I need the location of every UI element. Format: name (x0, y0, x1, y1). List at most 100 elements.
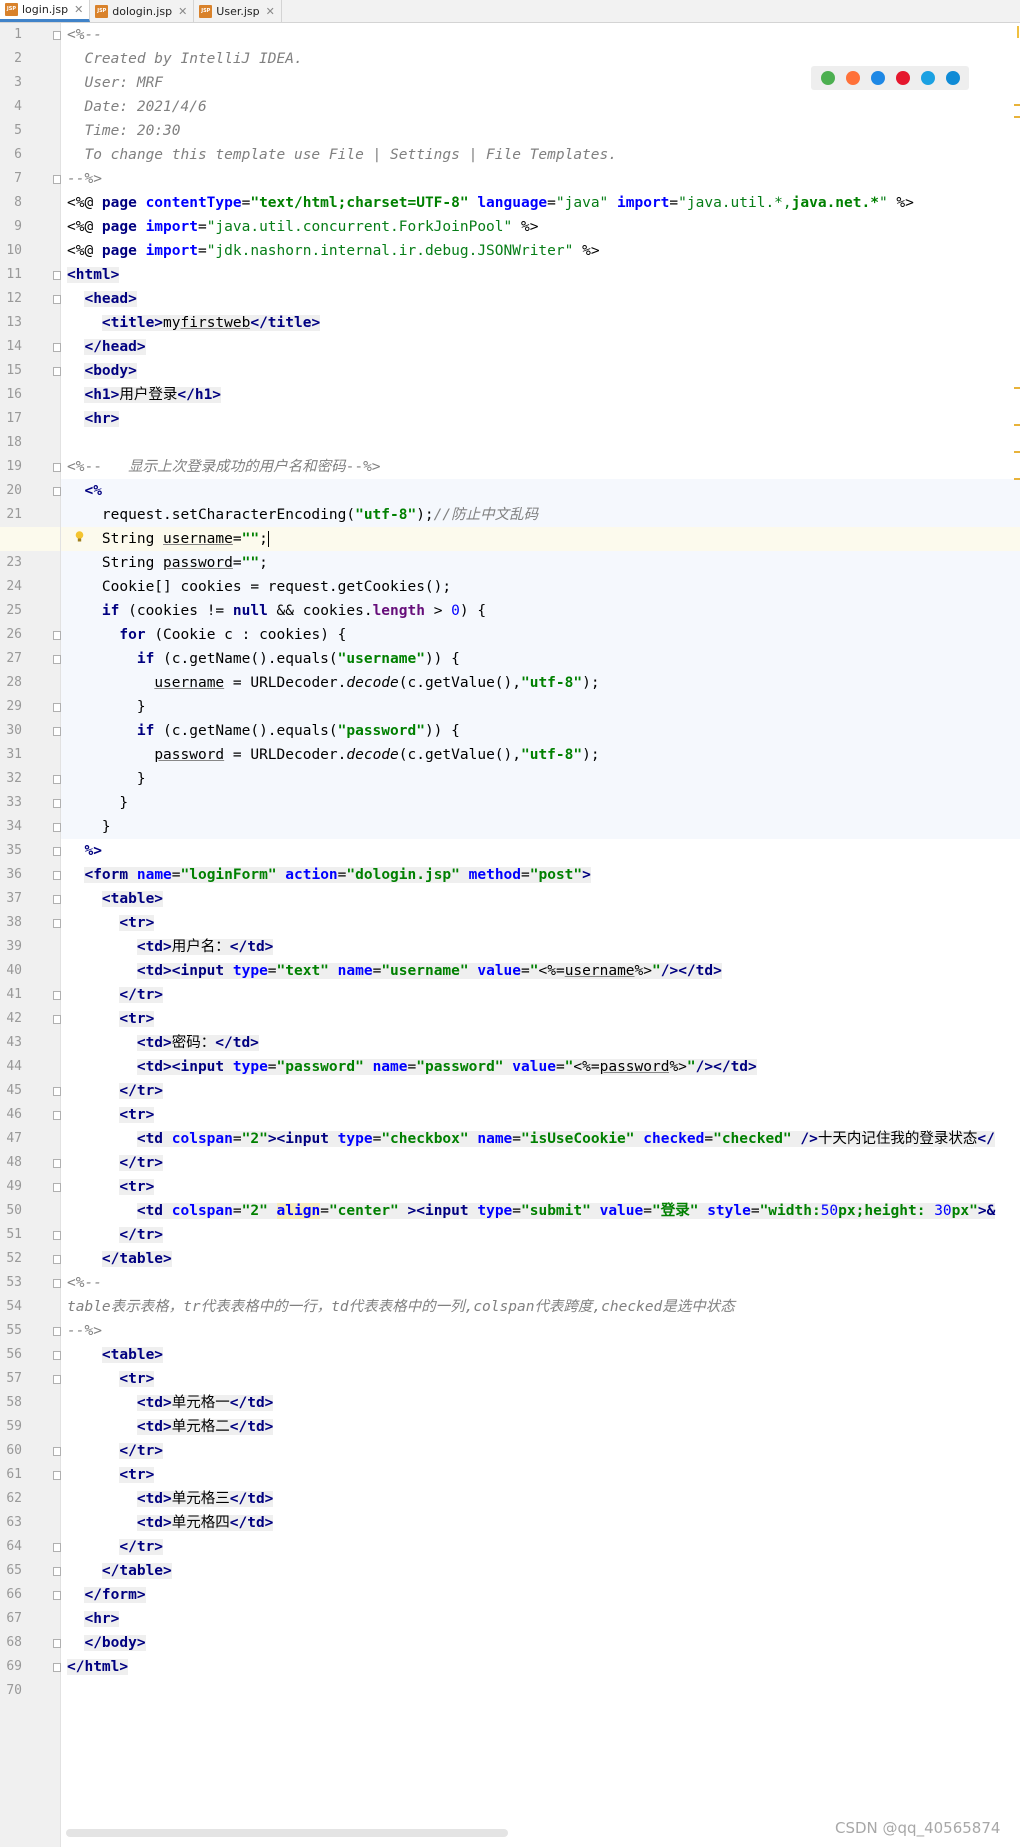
code-line: <%@ page import="java.util.concurrent.Fo… (61, 215, 1020, 239)
fold-marker-icon[interactable] (53, 1159, 61, 1168)
fold-marker-icon[interactable] (53, 295, 61, 304)
fold-marker-icon[interactable] (53, 727, 61, 736)
code-token (328, 963, 338, 979)
tab-User-jsp[interactable]: JSP User.jsp ✕ (194, 0, 282, 22)
code-line: <hr> (61, 407, 1020, 431)
fold-marker-icon[interactable] (53, 823, 61, 832)
code-token: <head> (84, 291, 137, 307)
line-number: 27 (6, 651, 22, 666)
ie-icon[interactable] (920, 71, 935, 85)
code-token: } (67, 699, 146, 715)
fold-marker-icon[interactable] (53, 631, 61, 640)
lightbulb-icon[interactable] (75, 531, 84, 543)
code-editor[interactable]: <%-- Created by IntelliJ IDEA. User: MRF… (61, 23, 1020, 1847)
close-tab-icon[interactable]: ✕ (266, 5, 275, 18)
chrome-icon[interactable] (820, 71, 835, 85)
code-token: <%-- (67, 1275, 102, 1291)
line-number: 3 (14, 75, 22, 90)
horizontal-scrollbar[interactable] (66, 1829, 508, 1837)
safari-icon[interactable] (870, 71, 885, 85)
line-number: 46 (6, 1107, 22, 1122)
fold-marker-icon[interactable] (53, 1351, 61, 1360)
code-line: <title>myfirstweb</title> (61, 311, 1020, 335)
fold-marker-icon[interactable] (53, 1087, 61, 1096)
code-token: 用户名： (171, 939, 230, 955)
fold-marker-icon[interactable] (53, 1111, 61, 1120)
fold-marker-icon[interactable] (53, 1591, 61, 1600)
line-number: 8 (14, 195, 22, 210)
fold-marker-icon[interactable] (53, 1279, 61, 1288)
fold-marker-icon[interactable] (53, 1255, 61, 1264)
fold-marker-icon[interactable] (53, 1327, 61, 1336)
fold-marker-icon[interactable] (53, 847, 61, 856)
code-token: "java.util.concurrent.ForkJoinPool" (206, 219, 513, 235)
fold-marker-icon[interactable] (53, 1663, 61, 1672)
fold-marker-icon[interactable] (53, 1447, 61, 1456)
edge-icon[interactable] (945, 71, 960, 85)
fold-marker-icon[interactable] (53, 1231, 61, 1240)
fold-marker-icon[interactable] (53, 1567, 61, 1576)
fold-marker-icon[interactable] (53, 343, 61, 352)
code-line: } (61, 815, 1020, 839)
code-line: <%@ page contentType = "text/html;charset=… (61, 191, 1020, 215)
fold-marker-icon[interactable] (53, 991, 61, 1000)
fold-marker-icon[interactable] (53, 895, 61, 904)
code-line: } (61, 791, 1020, 815)
code-token: --%> (345, 459, 381, 475)
code-token: <% (84, 483, 102, 499)
fold-marker-icon[interactable] (53, 1471, 61, 1480)
fold-marker-icon[interactable] (53, 919, 61, 928)
firefox-icon[interactable] (845, 71, 860, 85)
fold-marker-icon[interactable] (53, 703, 61, 712)
code-token: Date: 2021/4/6 (67, 99, 207, 115)
code-token: table (67, 1299, 111, 1315)
fold-marker-icon[interactable] (53, 175, 61, 184)
code-token: <td><input (136, 1059, 233, 1075)
fold-marker-icon[interactable] (53, 1375, 61, 1384)
fold-marker-icon[interactable] (53, 1183, 61, 1192)
code-token: </td> (229, 1395, 274, 1411)
tab-dologin-jsp[interactable]: JSP dologin.jsp ✕ (90, 0, 195, 22)
code-line: </table> (61, 1559, 1020, 1583)
close-tab-icon[interactable]: ✕ (178, 5, 187, 18)
code-line: Date: 2021/4/6 (61, 95, 1020, 119)
code-token: 代表跨度, (534, 1299, 602, 1315)
code-token: = (704, 1131, 714, 1147)
code-line: </tr> (61, 1223, 1020, 1247)
code-line: <html> (61, 263, 1020, 287)
code-token: %> (634, 963, 652, 979)
line-number: 2 (14, 51, 22, 66)
code-token: ); (582, 747, 600, 763)
fold-marker-icon[interactable] (53, 1543, 61, 1552)
fold-marker-icon[interactable] (53, 1639, 61, 1648)
fold-marker-icon[interactable] (53, 775, 61, 784)
fold-marker-icon[interactable] (53, 871, 61, 880)
code-token: "submit" (521, 1203, 591, 1219)
fold-marker-icon[interactable] (53, 31, 61, 40)
fold-marker-icon[interactable] (53, 463, 61, 472)
code-token (698, 1203, 708, 1219)
fold-marker-icon[interactable] (53, 655, 61, 664)
fold-marker-icon[interactable] (53, 1015, 61, 1024)
code-token: %> (669, 1059, 687, 1075)
tab-login-jsp[interactable]: JSP login.jsp ✕ (0, 0, 91, 22)
fold-marker-icon[interactable] (53, 367, 61, 376)
code-token: (c.getValue(), (398, 675, 521, 691)
code-token: Cookie[] cookies = request.getCookies(); (67, 579, 452, 595)
opera-icon[interactable] (895, 71, 910, 85)
close-tab-icon[interactable]: ✕ (74, 3, 83, 16)
fold-marker-icon[interactable] (53, 799, 61, 808)
code-token: "center" (328, 1203, 399, 1219)
text-caret (267, 531, 269, 547)
fold-marker-icon[interactable] (53, 487, 61, 496)
code-token: "" (241, 555, 260, 571)
code-token: 密码： (171, 1035, 216, 1051)
line-number: 13 (6, 315, 22, 330)
code-token: "password" (276, 1059, 364, 1075)
fold-marker-icon[interactable] (53, 271, 61, 280)
